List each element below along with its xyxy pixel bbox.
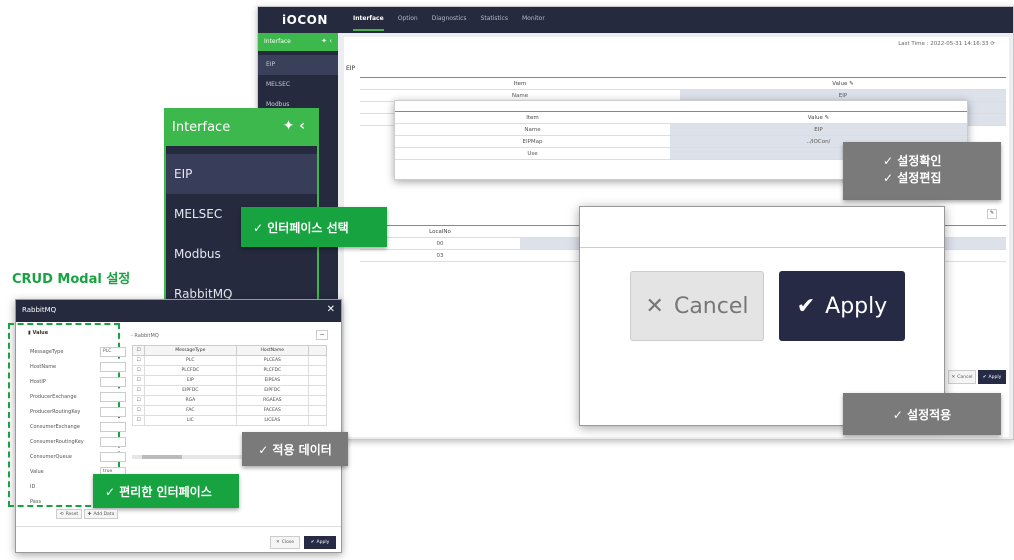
table-row[interactable]: ☐ FAC FACEAS	[132, 405, 327, 416]
form-row: MessageType PLC	[30, 345, 126, 358]
form-row: Pass	[30, 495, 126, 508]
cancel-button-small[interactable]: ✕ Cancel	[948, 370, 976, 384]
close-icon: ✕	[645, 293, 664, 319]
table-row[interactable]: ☐ PLCFDC PLCFDC	[132, 365, 327, 376]
reset-button[interactable]: ⟲ Reset	[56, 509, 82, 519]
table-row[interactable]: ☐ EIP EIPEAS	[132, 375, 327, 386]
form-row: ID	[30, 480, 126, 493]
sidebar-header: Interface ✦ ‹	[258, 33, 338, 51]
form-row: ConsumerExchange	[30, 420, 126, 433]
nav-interface[interactable]: Interface	[353, 15, 384, 31]
top-nav: Interface Option Diagnostics Statistics …	[353, 15, 545, 31]
sidebar-item-eip[interactable]: EIP	[258, 55, 338, 75]
sidebar-title: Interface	[264, 38, 291, 45]
apply-button-modal[interactable]: ✔ Apply	[304, 536, 336, 549]
edit-icon: ✎	[849, 80, 854, 87]
edit-icon[interactable]: ✎	[987, 209, 997, 219]
pin-icon[interactable]: ✦ ‹	[321, 37, 332, 45]
form-row: ConsumerRoutingKey	[30, 435, 126, 448]
label-interface-select: ✓ 인터페이스 선택	[241, 207, 387, 247]
form-row: HostIP	[30, 375, 126, 388]
breadcrumb: - RabbitMQ	[131, 333, 159, 339]
nav-statistics[interactable]: Statistics	[481, 15, 508, 31]
zoom-sidebar: Interface ✦ ‹ EIP MELSEC Modbus RabbitMQ	[164, 108, 319, 303]
form-row: HostName	[30, 360, 126, 373]
table-row[interactable]: ☐ PLC PLCEAS	[132, 355, 327, 366]
horizontal-scrollbar[interactable]	[132, 455, 252, 459]
col-value: Value ✎	[680, 77, 1006, 90]
nav-monitor[interactable]: Monitor	[522, 15, 545, 31]
nav-diagnostics[interactable]: Diagnostics	[432, 15, 467, 31]
label-confirm-edit: ✓ 설정확인 ✓ 설정편집	[843, 142, 1001, 200]
label-apply-setting: ✓ 설정적용	[843, 393, 1001, 435]
top-bar: iOCON Interface Option Diagnostics Stati…	[258, 7, 1013, 33]
zoom-sidebar-header: Interface ✦ ‹	[166, 110, 317, 146]
table-row[interactable]: ☐ LIC LICEAS	[132, 415, 327, 426]
edit-icon: ✎	[824, 114, 830, 121]
form-row: ProducerExchange	[30, 390, 126, 403]
value-section: ▮ Value	[28, 330, 49, 336]
zoom-item-eip[interactable]: EIP	[166, 154, 317, 194]
apply-button-small[interactable]: ✔ Apply	[978, 370, 1006, 384]
col-item: Item	[360, 77, 680, 90]
crud-modal: RabbitMQ ✕ ▮ Value MessageType PLC HostNa…	[8, 299, 348, 553]
collapse-button[interactable]: −	[316, 330, 328, 340]
add-data-button[interactable]: ✚ Add Data	[84, 509, 118, 519]
pin-icon[interactable]: ✦ ‹	[283, 118, 305, 134]
table-row[interactable]: ☐ EIPFDC EIPFDC	[132, 385, 327, 396]
table-row[interactable]: Name EIP	[395, 123, 967, 136]
form-row: ProducerRoutingKey	[30, 405, 126, 418]
close-button[interactable]: ✕ Close	[270, 536, 300, 549]
form-row: ConsumerQueue	[30, 450, 126, 463]
table-row[interactable]: ☐ RGA RGAEAS	[132, 395, 327, 406]
close-icon[interactable]: ✕	[327, 304, 335, 315]
cancel-button[interactable]: ✕ Cancel	[630, 271, 764, 341]
refresh-icon[interactable]: ⟳	[990, 41, 995, 47]
label-convenient: ✓ 편리한 인터페이스	[93, 474, 239, 508]
sidebar-item-melsec[interactable]: MELSEC	[258, 75, 338, 95]
section-title: EIP	[346, 65, 356, 72]
modal-header: RabbitMQ ✕	[16, 300, 341, 322]
last-time: Last Time : 2022-05-31 14:16:33 ⟳	[898, 41, 995, 47]
app-logo: iOCON	[282, 13, 328, 27]
label-apply-data: ✓ 적용 데이터	[242, 432, 348, 466]
check-icon: ✔	[796, 293, 816, 319]
modal-table: ☐ MessageType HostName ☐ PLC PLCEAS ☐ PLCFDC P…	[132, 345, 327, 426]
nav-option[interactable]: Option	[398, 15, 418, 31]
crud-title: CRUD Modal 설정	[12, 272, 131, 287]
apply-button[interactable]: ✔ Apply	[779, 271, 905, 341]
form-row: Value true	[30, 465, 126, 478]
